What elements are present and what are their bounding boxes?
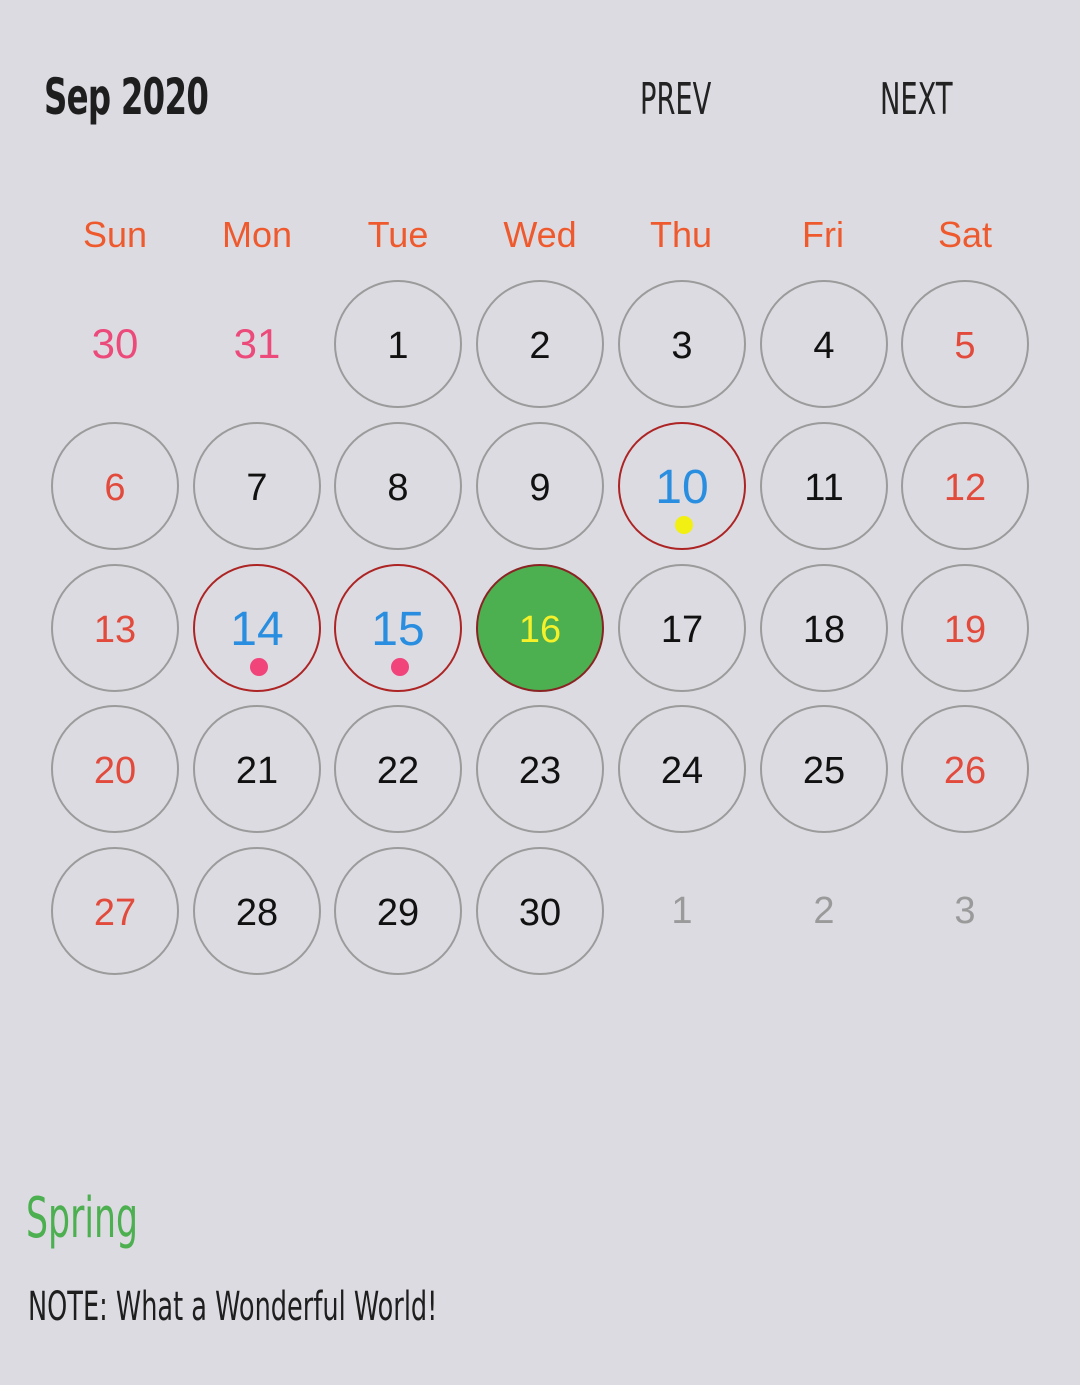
day-number: 9 [529, 467, 551, 509]
event-dot-icon [675, 516, 693, 534]
day-number: 15 [371, 603, 425, 656]
day-number: 2 [813, 890, 835, 932]
day-number: 3 [671, 325, 693, 367]
day-number: 24 [660, 750, 704, 792]
day-cell[interactable]: 1 [618, 847, 746, 975]
event-dot-icon [391, 658, 409, 676]
day-cell[interactable]: 8 [334, 422, 462, 550]
day-number: 11 [804, 467, 844, 509]
day-cell[interactable]: 31 [193, 280, 321, 408]
day-number: 17 [660, 609, 704, 651]
day-number: 30 [518, 892, 562, 934]
day-number: 21 [235, 750, 279, 792]
day-cell[interactable]: 7 [193, 422, 321, 550]
day-cell[interactable]: 23 [476, 705, 604, 833]
day-cell[interactable]: 28 [193, 847, 321, 975]
day-number: 3 [954, 890, 976, 932]
day-cell[interactable]: 18 [760, 564, 888, 692]
day-cell[interactable]: 3 [618, 280, 746, 408]
day-cell[interactable]: 30 [51, 280, 179, 408]
day-number: 27 [93, 892, 137, 934]
day-cell[interactable]: 12 [901, 422, 1029, 550]
day-cell[interactable]: 6 [51, 422, 179, 550]
day-cell[interactable]: 26 [901, 705, 1029, 833]
day-cell[interactable]: 5 [901, 280, 1029, 408]
day-number: 7 [246, 467, 268, 509]
day-number: 18 [802, 609, 846, 651]
day-number: 12 [943, 467, 987, 509]
day-cell[interactable]: 4 [760, 280, 888, 408]
day-number: 25 [802, 750, 846, 792]
day-number: 1 [671, 890, 693, 932]
day-number: 13 [93, 609, 137, 651]
day-cell[interactable]: 13 [51, 564, 179, 692]
day-cell[interactable]: 2 [760, 847, 888, 975]
day-cell[interactable]: 14 [193, 564, 321, 692]
day-cell[interactable]: 29 [334, 847, 462, 975]
note-text: NOTE: What a Wonderful World! [28, 1284, 438, 1330]
day-cell[interactable]: 17 [618, 564, 746, 692]
day-number: 6 [104, 467, 126, 509]
day-cell[interactable]: 25 [760, 705, 888, 833]
day-cell[interactable]: 2 [476, 280, 604, 408]
day-number: 30 [91, 320, 139, 367]
season-label: Spring [26, 1186, 139, 1251]
day-number: 26 [943, 750, 987, 792]
day-number: 20 [93, 750, 137, 792]
day-number: 29 [376, 892, 420, 934]
day-cell[interactable]: 20 [51, 705, 179, 833]
day-cell[interactable]: 9 [476, 422, 604, 550]
day-cell[interactable]: 24 [618, 705, 746, 833]
calendar-grid: 30 31 1 2 3 4 5 6 7 8 9 10 11 12 13 14 15 16 17 18 19 20 21 22 2… [0, 0, 1080, 1000]
day-number: 14 [230, 603, 284, 656]
day-cell[interactable]: 22 [334, 705, 462, 833]
day-number: 10 [655, 461, 709, 514]
day-number: 28 [235, 892, 279, 934]
day-cell[interactable]: 21 [193, 705, 321, 833]
day-cell[interactable]: 16 [476, 564, 604, 692]
day-cell[interactable]: 11 [760, 422, 888, 550]
day-number: 4 [813, 325, 835, 367]
day-cell[interactable]: 30 [476, 847, 604, 975]
day-cell[interactable]: 1 [334, 280, 462, 408]
day-number: 22 [376, 750, 420, 792]
day-number: 2 [529, 325, 551, 367]
day-number: 19 [943, 609, 987, 651]
day-number: 16 [518, 609, 562, 651]
day-number: 1 [387, 325, 409, 367]
day-cell[interactable]: 19 [901, 564, 1029, 692]
day-number: 31 [233, 320, 281, 367]
day-number: 23 [518, 750, 562, 792]
day-number: 5 [954, 325, 976, 367]
day-cell[interactable]: 15 [334, 564, 462, 692]
day-number: 8 [387, 467, 409, 509]
event-dot-icon [250, 658, 268, 676]
day-cell[interactable]: 10 [618, 422, 746, 550]
day-cell[interactable]: 27 [51, 847, 179, 975]
day-cell[interactable]: 3 [901, 847, 1029, 975]
